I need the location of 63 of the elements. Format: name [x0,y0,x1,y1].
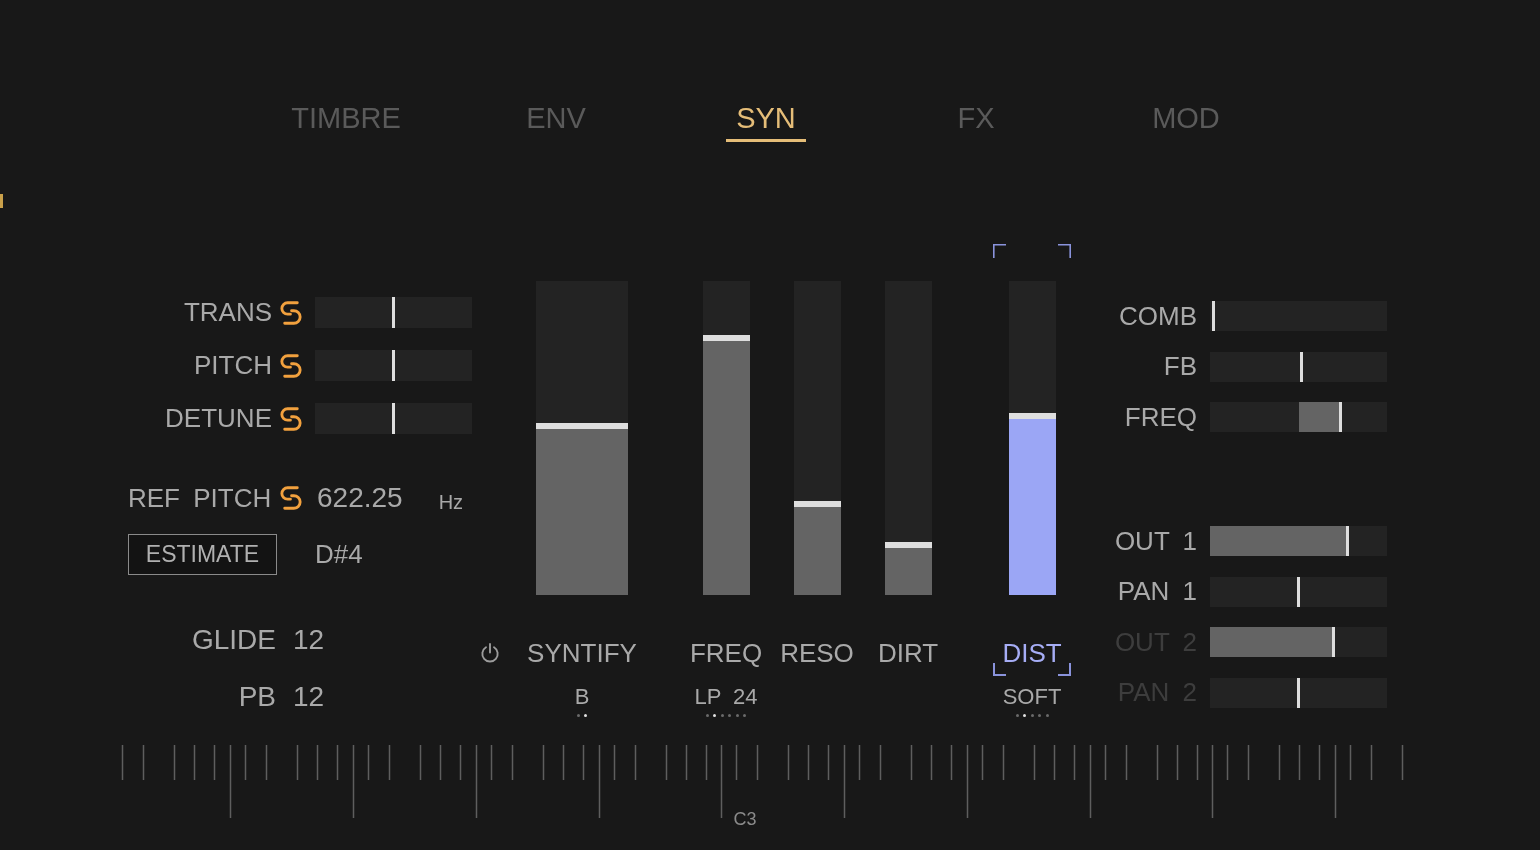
slider-track[interactable] [1210,627,1387,657]
fader-track[interactable] [536,281,628,595]
slider-label: FREQ [1123,401,1197,433]
link-icon[interactable] [280,300,302,325]
slider-handle[interactable] [1338,402,1342,432]
setting-label: GLIDE [190,624,276,656]
slider-label: TRANS [182,297,272,328]
fader-track[interactable] [793,281,841,595]
fader-handle[interactable] [1008,413,1056,420]
fader-label[interactable]: SYNTIFY [527,638,637,668]
link-icon[interactable] [280,406,302,431]
slider-label: PAN 1 [1116,576,1197,607]
slider-track[interactable] [1210,576,1387,607]
tab[interactable]: SYN [726,101,806,142]
mode-label[interactable]: B [574,685,590,709]
power-icon[interactable] [480,643,500,663]
ref-pitch-value[interactable]: 622.25 [317,482,403,514]
fader-handle[interactable] [702,334,750,341]
fader-label[interactable]: FREQ [689,638,763,668]
octave-label: C3 [733,809,757,829]
link-icon[interactable] [280,353,302,378]
ref-pitch-label: REF PITCH [128,482,272,514]
fader-handle[interactable] [793,501,841,508]
fader-label[interactable]: RESO [780,638,854,668]
slider-handle[interactable] [1211,301,1215,331]
slider-handle[interactable] [1345,526,1349,556]
mode-label[interactable]: SOFT [1002,685,1062,709]
setting-value[interactable]: 12 [293,624,325,656]
mode-label[interactable]: LP 24 [694,685,758,709]
unit-label: Hz [438,490,464,515]
estimate-button[interactable]: ESTIMATE [128,534,277,575]
slider-track[interactable] [315,403,472,434]
corner-brackets-icon [993,244,1071,258]
fader-handle[interactable] [884,541,932,548]
setting-value[interactable]: 12 [293,681,325,713]
slider-handle[interactable] [1300,351,1304,382]
slider-fill [1298,402,1341,432]
slider-handle[interactable] [392,403,395,434]
slider-track[interactable] [1210,526,1387,556]
slider-track[interactable] [1210,301,1387,331]
slider-label: FB [1162,351,1197,382]
fader-track[interactable] [702,281,750,595]
slider-label: PITCH [193,350,272,381]
link-icon[interactable] [280,486,302,510]
fader-fill [884,547,932,595]
note-value: D#4 [315,539,363,570]
slider-handle[interactable] [392,350,395,381]
setting-label: PB [237,681,276,713]
slider-track[interactable] [315,350,472,381]
fader-track[interactable] [1008,281,1056,595]
fader-label[interactable]: DIRT [877,638,939,668]
slider-track[interactable] [1210,402,1387,432]
slider-handle[interactable] [392,297,395,328]
slider-label: DETUNE [164,403,272,434]
slider-track[interactable] [1210,351,1387,382]
slider-label: OUT 1 [1113,525,1197,557]
fader-handle[interactable] [536,422,628,429]
slider-track[interactable] [1210,677,1387,708]
fader-track[interactable] [884,281,932,595]
slider-handle[interactable] [1297,576,1300,607]
slider-label: COMB [1118,300,1197,332]
edge-marker-icon [0,194,3,208]
slider-track[interactable] [315,297,472,328]
